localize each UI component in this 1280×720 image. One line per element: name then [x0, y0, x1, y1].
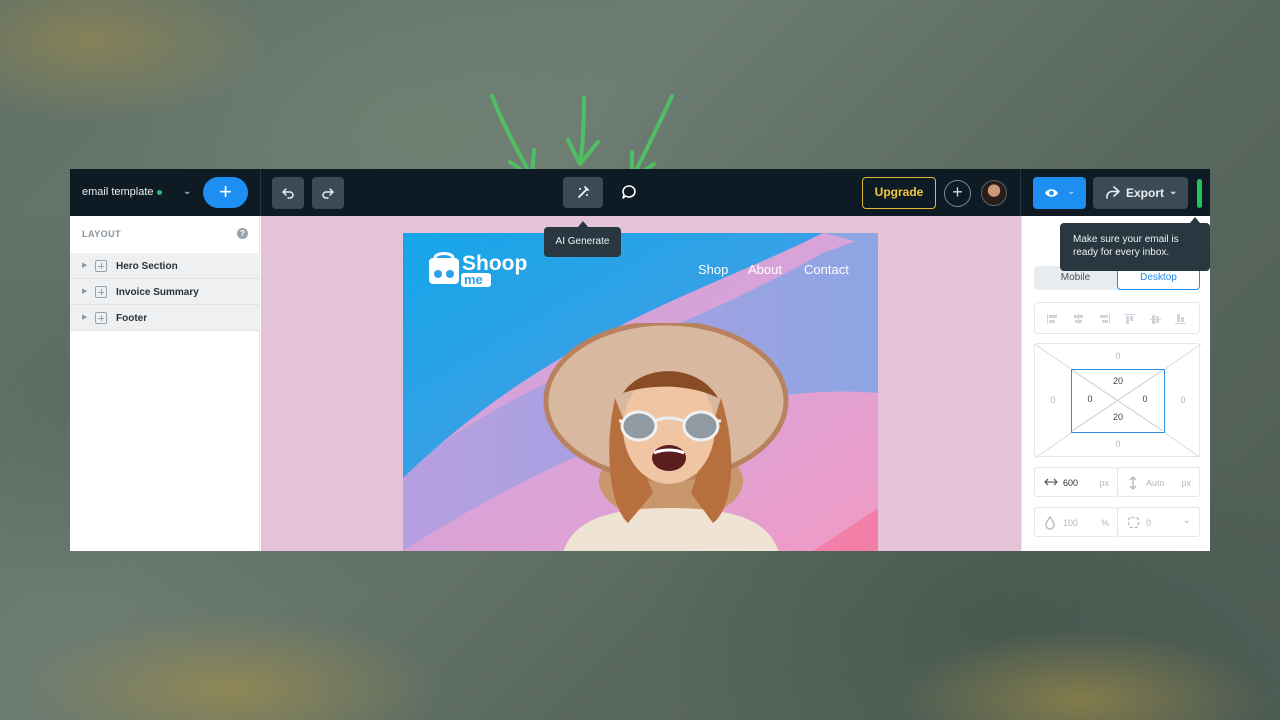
- caret-right-icon[interactable]: ▶: [82, 261, 87, 269]
- email-hero-section[interactable]: Shoop me Shop About Contact: [403, 233, 878, 551]
- layers-panel: LAYOUT ? ▶ Hero Section ▶ Invoice Summar…: [70, 216, 260, 551]
- align-left-icon[interactable]: [1047, 314, 1058, 324]
- horizontal-resize-icon: [1044, 478, 1058, 486]
- plus-icon: +: [952, 182, 963, 202]
- invite-collaborator-button[interactable]: +: [944, 180, 971, 207]
- upgrade-button[interactable]: Upgrade: [862, 177, 936, 209]
- tooltip-line: Make sure your email is: [1073, 234, 1179, 245]
- padding-right-value[interactable]: 0: [1135, 394, 1155, 404]
- height-field[interactable]: Auto px: [1117, 467, 1200, 497]
- preview-button[interactable]: ⌄: [1033, 177, 1086, 209]
- vertical-resize-icon: [1129, 476, 1137, 490]
- redo-button[interactable]: [312, 177, 344, 209]
- email-ready-tooltip: Make sure your email is ready for every …: [1060, 217, 1210, 271]
- width-field[interactable]: 600 px: [1034, 467, 1118, 497]
- email-nav-shop[interactable]: Shop: [698, 262, 728, 277]
- toolbar-divider: [260, 169, 261, 216]
- undo-icon: [281, 188, 294, 199]
- chevron-down-icon[interactable]: ⌄: [1183, 515, 1191, 526]
- width-value: 600: [1063, 478, 1079, 488]
- opacity-drop-icon: [1045, 516, 1055, 530]
- align-top-icon[interactable]: [1124, 314, 1135, 324]
- alignment-toolbar: [1034, 302, 1200, 334]
- caret-right-icon[interactable]: ▶: [82, 313, 87, 321]
- caret-right-icon[interactable]: ▶: [82, 287, 87, 295]
- width-unit: px: [1099, 478, 1109, 488]
- hero-model-image[interactable]: [533, 323, 813, 551]
- comment-button[interactable]: [620, 183, 640, 203]
- chevron-down-icon: ⌄: [1067, 186, 1076, 197]
- opacity-value: 100: [1063, 518, 1079, 528]
- layer-label: Hero Section: [116, 261, 178, 272]
- move-handle-icon[interactable]: [95, 312, 107, 324]
- logo-text-bottom: me: [464, 272, 483, 287]
- radius-field[interactable]: 0 ⌄: [1117, 507, 1200, 537]
- help-icon[interactable]: ?: [237, 228, 248, 239]
- align-right-icon[interactable]: [1099, 314, 1110, 324]
- padding-box: 20 0 20 0: [1071, 369, 1165, 433]
- add-block-button[interactable]: +: [203, 177, 248, 208]
- layer-item-invoice-summary[interactable]: ▶ Invoice Summary: [70, 279, 260, 305]
- export-label: Export: [1126, 186, 1165, 200]
- padding-bottom-value[interactable]: 20: [1108, 412, 1128, 422]
- share-arrow-icon: [1106, 186, 1120, 199]
- chevron-down-icon: ⌄: [1169, 186, 1178, 197]
- margin-right-value[interactable]: 0: [1173, 395, 1193, 405]
- status-indicator-bar: [1197, 179, 1202, 208]
- undo-button[interactable]: [272, 177, 304, 209]
- plus-icon: +: [219, 179, 232, 204]
- align-bottom-icon[interactable]: [1175, 314, 1186, 324]
- email-nav-contact[interactable]: Contact: [804, 262, 849, 277]
- move-handle-icon[interactable]: [95, 260, 107, 272]
- export-button[interactable]: Export ⌄: [1093, 177, 1188, 209]
- corner-radius-icon: [1127, 516, 1140, 529]
- opacity-field[interactable]: 100 %: [1034, 507, 1118, 537]
- ai-generate-tooltip: AI Generate: [544, 221, 621, 257]
- opacity-unit: %: [1100, 518, 1109, 528]
- document-title[interactable]: email template: [82, 186, 154, 198]
- ai-generate-button[interactable]: [563, 177, 603, 208]
- editor-window: email template ⌄ + Upgrade + ⌄ Export ⌄: [70, 169, 1210, 551]
- padding-top-value[interactable]: 20: [1108, 376, 1128, 386]
- height-value: Auto: [1146, 478, 1165, 488]
- eye-icon: [1045, 189, 1058, 197]
- padding-left-value[interactable]: 0: [1080, 394, 1100, 404]
- margin-left-value[interactable]: 0: [1043, 395, 1063, 405]
- move-handle-icon[interactable]: [95, 286, 107, 298]
- brand-logo[interactable]: Shoop me: [428, 250, 533, 290]
- layer-item-footer[interactable]: ▶ Footer: [70, 305, 260, 331]
- height-unit: px: [1181, 478, 1191, 488]
- comment-icon: [622, 185, 636, 199]
- panel-title: LAYOUT: [82, 229, 122, 239]
- margin-top-value[interactable]: 0: [1108, 351, 1128, 361]
- logo-mark: Shoop me: [429, 252, 527, 287]
- align-middle-icon[interactable]: [1150, 314, 1161, 324]
- toolbar-divider: [1020, 169, 1021, 216]
- editor-canvas[interactable]: Shoop me Shop About Contact: [261, 216, 1021, 551]
- saved-status-dot: [157, 190, 162, 195]
- redo-icon: [322, 188, 335, 199]
- radius-value: 0: [1146, 518, 1152, 528]
- layer-label: Invoice Summary: [116, 287, 199, 298]
- chevron-down-icon[interactable]: ⌄: [183, 186, 191, 197]
- layer-item-hero-section[interactable]: ▶ Hero Section: [70, 253, 260, 279]
- email-nav-about[interactable]: About: [748, 262, 782, 277]
- magic-wand-icon: [578, 186, 589, 198]
- layer-label: Footer: [116, 313, 148, 324]
- spacing-box-model: 0 0 0 0 20 0 20 0: [1034, 343, 1201, 458]
- tooltip-line: ready for every inbox.: [1073, 247, 1170, 258]
- margin-bottom-value[interactable]: 0: [1108, 439, 1128, 449]
- align-center-icon[interactable]: [1073, 314, 1084, 324]
- top-toolbar: email template ⌄ + Upgrade + ⌄ Export ⌄: [70, 169, 1210, 216]
- user-avatar[interactable]: [981, 180, 1007, 206]
